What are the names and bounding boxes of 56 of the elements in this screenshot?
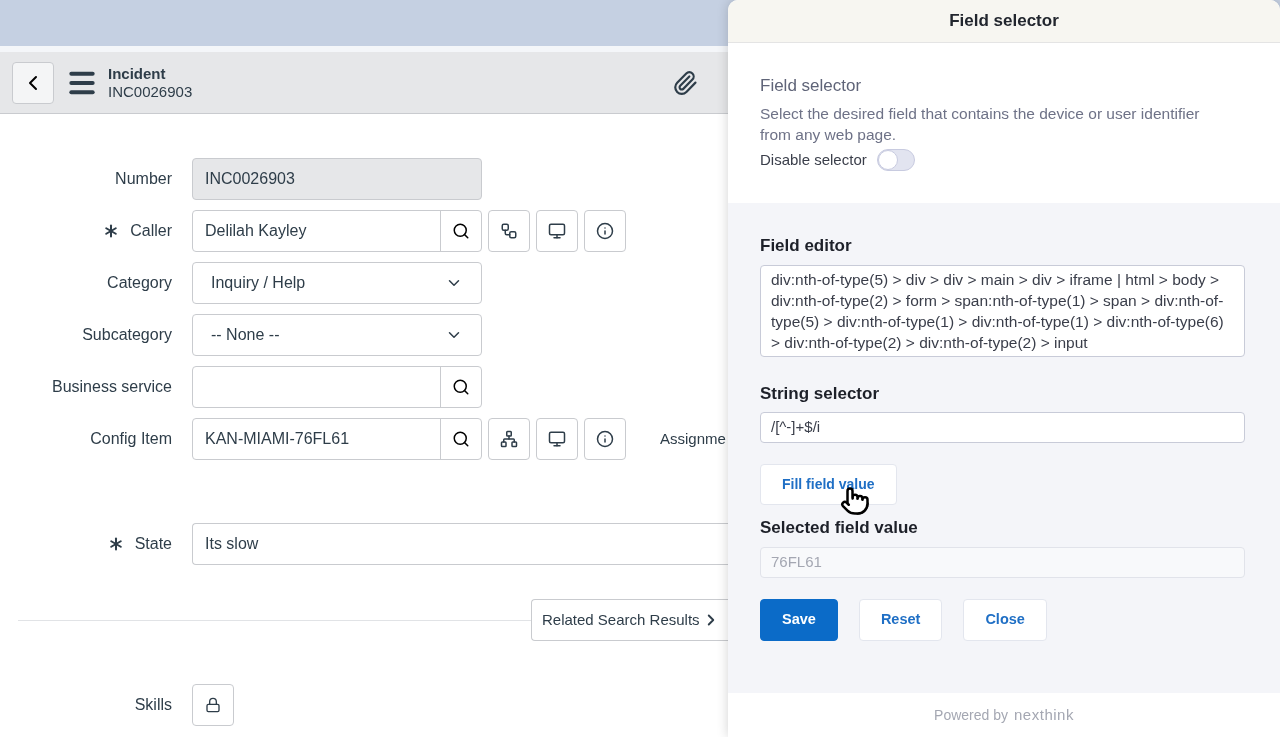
field-label: Subcategory — [82, 325, 172, 345]
dialog-button[interactable]: Close — [963, 598, 1047, 641]
fill-field-value-button[interactable]: Fill field value — [760, 464, 897, 505]
tree-button[interactable] — [488, 418, 530, 460]
footer-text: Powered by — [934, 705, 1009, 725]
toggle-label: Disable selector — [760, 149, 867, 170]
field-editor-textarea[interactable]: div:nth-of-type(5) > div > div > main > div > iframe | html > body > div:nth-of-type(2) > form > span:nth-of-type(1) > span > div:nth-of-type(5) > div:nth-of-type(1) > div:nth-of-type(1) > div:nth-of-type(6) > div:nth-of-type(2) > div:nth-of-type(2) > input — [760, 264, 1245, 357]
disable-selector-toggle[interactable] — [876, 148, 915, 171]
section-title: Field selector — [760, 75, 863, 97]
text-field[interactable]: Its slow — [192, 523, 728, 565]
back-button[interactable] — [12, 61, 54, 104]
search-icon — [452, 222, 470, 240]
readonly-field: INC0026903 — [192, 158, 482, 200]
section-label: Field editor — [760, 235, 853, 257]
lock-icon — [205, 697, 221, 713]
dialog-button[interactable]: Reset — [858, 598, 943, 641]
monitor-button[interactable] — [536, 210, 578, 252]
field-label: Config Item — [90, 429, 172, 449]
field-value: Delilah Kayley — [205, 221, 307, 241]
string-selector-input[interactable]: /[^-]+$/i — [760, 412, 1245, 443]
field-label: Business service — [51, 377, 172, 397]
info-button[interactable] — [584, 210, 626, 252]
tree-icon — [500, 430, 518, 448]
monitor-icon — [548, 430, 566, 448]
related-search-button[interactable]: Related Search Results — [531, 599, 728, 641]
reference-field[interactable]: Delilah Kayley — [192, 210, 482, 252]
paperclip-icon[interactable] — [672, 69, 699, 96]
section-description: Select the desired field that contains the device or user identifier from any web page. — [760, 103, 1201, 145]
record-number: INC0026903 — [108, 82, 193, 101]
hierarchy-icon — [500, 222, 518, 240]
search-icon — [452, 378, 470, 396]
search-icon — [452, 430, 470, 448]
field-label: Assignme — [660, 428, 726, 449]
select-field[interactable]: -- None -- — [192, 314, 482, 356]
field-label: Number — [115, 169, 172, 189]
panel-title: Field selector — [949, 10, 1059, 33]
field-label: State — [134, 534, 172, 554]
lock-button[interactable] — [192, 684, 234, 726]
monitor-button[interactable] — [536, 418, 578, 460]
info-icon — [596, 430, 614, 448]
brand-logo: nexthink — [1014, 704, 1074, 725]
form-title: Incident — [108, 64, 167, 83]
info-icon — [596, 222, 614, 240]
reference-field[interactable] — [192, 366, 482, 408]
monitor-icon — [548, 222, 566, 240]
section-label: Selected field value — [760, 517, 919, 539]
section-label: String selector — [760, 382, 881, 405]
dialog-button[interactable]: Save — [760, 598, 838, 641]
select-field[interactable]: Inquiry / Help — [192, 262, 482, 304]
field-label: Skills — [134, 695, 172, 715]
field-label: Category — [107, 273, 172, 293]
info-button[interactable] — [584, 418, 626, 460]
hierarchy-button[interactable] — [488, 210, 530, 252]
field-value: KAN-MIAMI-76FL61 — [205, 429, 350, 449]
field-label: Caller — [130, 221, 172, 241]
reference-field[interactable]: KAN-MIAMI-76FL61 — [192, 418, 482, 460]
